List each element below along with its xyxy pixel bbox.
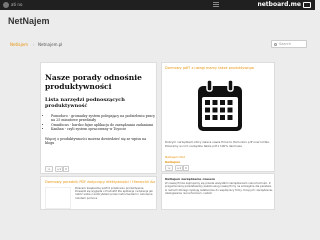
card-actions: ↪ +1 0 (45, 166, 85, 172)
user-avatar-icon[interactable] (3, 2, 9, 8)
card-actions: ↪ +1 0 (165, 165, 205, 171)
search-icon (274, 43, 277, 46)
list-item: Kanban - czyli system opracowany w Toyoc… (51, 127, 155, 131)
pdf-card: Darmowy pdf? z uwagi mamy takze produkty… (161, 62, 275, 172)
card-description: Polecam książeczkę wolfi 0 przebraniu pr… (75, 187, 153, 200)
search-input[interactable]: Search (271, 40, 307, 48)
card-footer-text: Więcej o produktywności możesz dowiedzie… (45, 137, 147, 146)
about-card: Netlajem zarządzanie czasem W naszej fir… (161, 173, 275, 210)
card-description: Dobrym narzędziem który zaleca nasza fir… (165, 140, 270, 148)
productivity-card: Nasze porady odnośnie produktywności Lis… (40, 62, 157, 174)
calendar-icon (198, 79, 242, 131)
plus-one-button[interactable]: +1 (55, 166, 63, 172)
breadcrumb-home-link[interactable]: Netlajem (10, 42, 28, 47)
card-meta-link[interactable]: Netlajem Pad (165, 155, 185, 159)
tools-list: Pomodoro - gromadzy system polegający na… (51, 114, 155, 132)
board-icon[interactable] (303, 2, 311, 8)
list-item: Pomodoro - gromadzy system polegający na… (51, 114, 155, 123)
card-title-link[interactable]: Darmowy poradnik PDF dotyczący efektywno… (45, 180, 155, 184)
guide-card: Darmowy poradnik PDF dotyczący efektywno… (40, 176, 157, 210)
brand-name[interactable]: netboard.me (257, 1, 301, 9)
breadcrumb-current: Netnajem.pl (38, 42, 63, 47)
card-subheading: Lista narzędzi podnoszących produktywnoś… (45, 97, 125, 109)
card-thumbnail[interactable] (45, 187, 71, 209)
breadcrumb: Netlajem › Netnajem.pl Search (8, 40, 307, 50)
card-description: W naszej firmie zajmujemy się przede wsz… (165, 182, 273, 195)
site-title: NetNajem (8, 16, 50, 26)
share-button[interactable]: ↪ (165, 165, 173, 171)
card-author-link[interactable]: Netlajem (165, 160, 180, 164)
user-name[interactable]: ati no (11, 2, 22, 8)
card-title: Netlajem zarządzanie czasem (165, 177, 215, 181)
bars-icon[interactable] (213, 2, 219, 8)
share-button[interactable]: ↪ (45, 166, 53, 172)
plus-one-button[interactable]: +1 (175, 165, 183, 171)
vote-count: 0 (63, 166, 69, 172)
vote-count: 0 (183, 165, 189, 171)
breadcrumb-separator: › (33, 42, 35, 47)
top-bar: ati no netboard.me (0, 0, 315, 10)
search-placeholder: Search (279, 42, 292, 46)
card-heading: Nasze porady odnośnie produktywności (45, 73, 142, 91)
card-title-link[interactable]: Darmowy pdf? z uwagi mamy takze produkty… (165, 66, 254, 70)
